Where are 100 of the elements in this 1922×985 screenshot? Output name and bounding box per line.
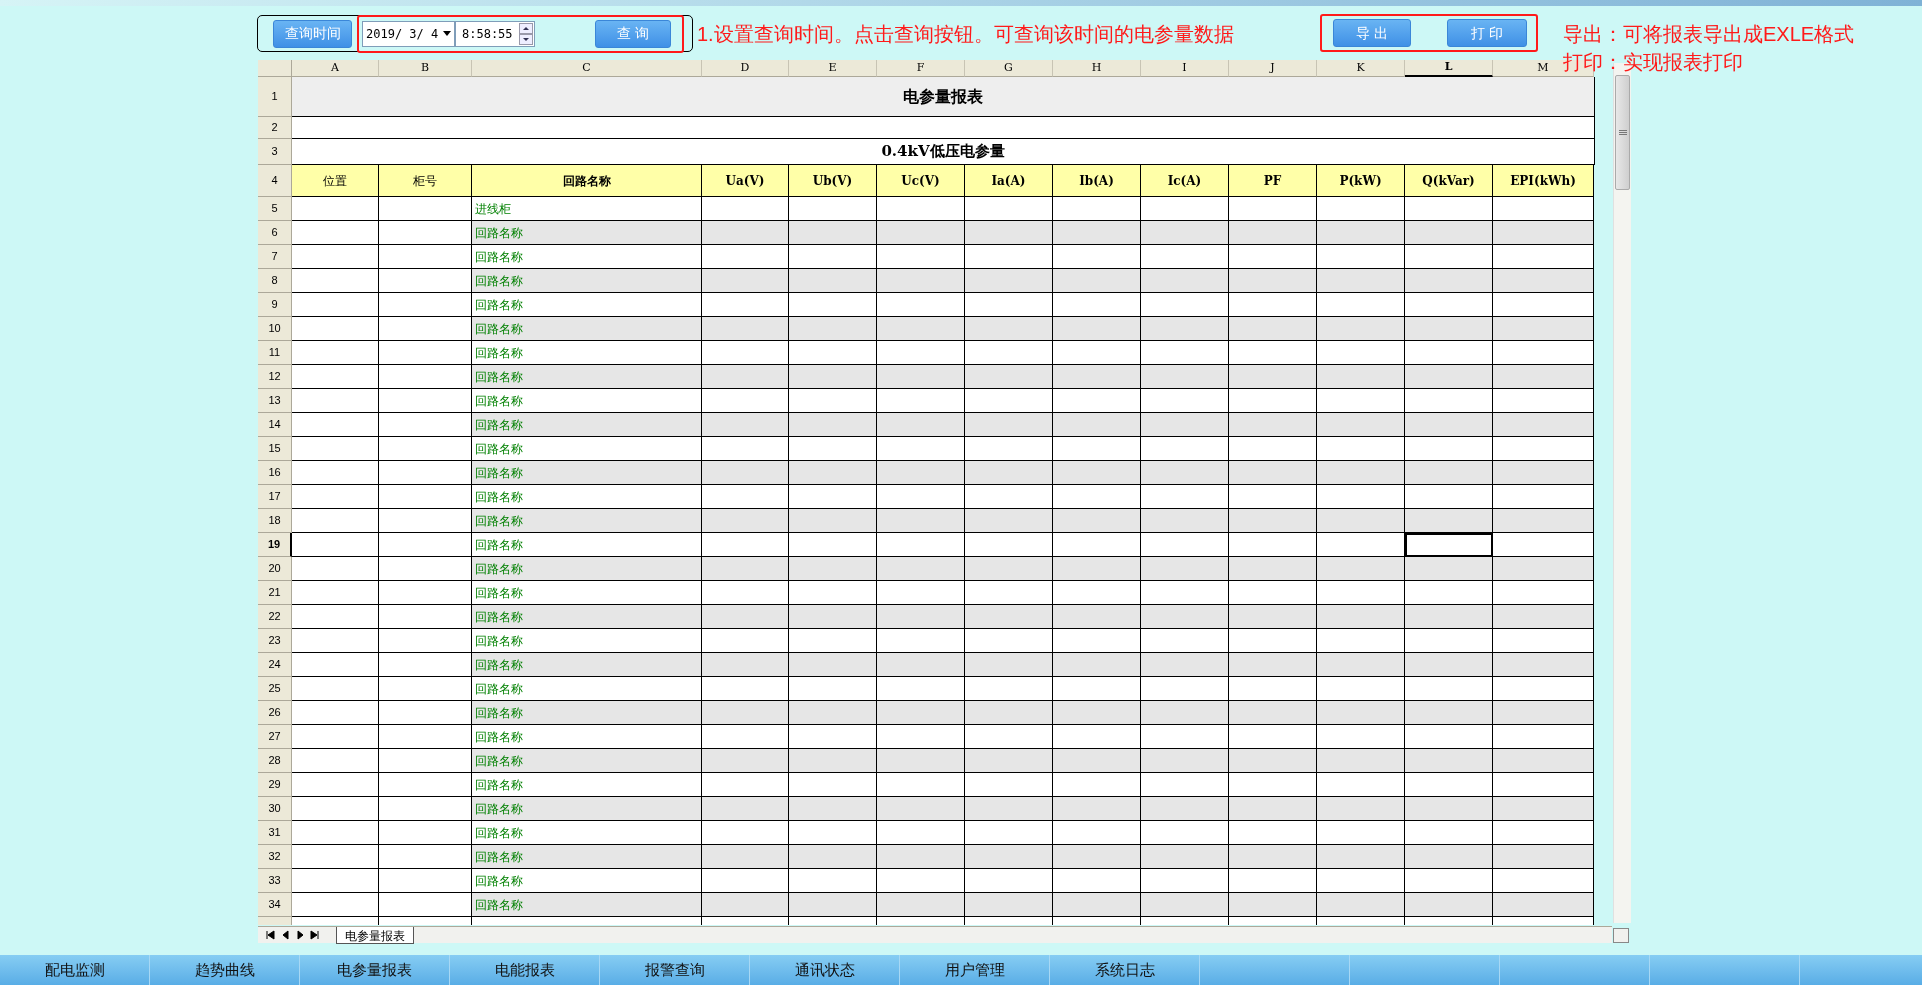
table-cell: 回路名称 — [472, 461, 702, 485]
row-header[interactable]: 34 — [258, 893, 292, 917]
report-subtitle: 0.4kV低压电参量 — [292, 139, 1595, 165]
nav-tab[interactable]: 系统日志 — [1050, 955, 1200, 985]
row-header[interactable]: 3 — [258, 139, 292, 165]
nav-tab[interactable]: 电参量报表 — [300, 955, 450, 985]
annotation-text: 1.设置查询时间。点击查询按钮。可查询该时间的电参量数据 — [697, 22, 1234, 47]
nav-tab[interactable]: 配电监测 — [0, 955, 150, 985]
row-header[interactable]: 2 — [258, 117, 292, 139]
row-header[interactable]: 11 — [258, 341, 292, 365]
column-header[interactable]: A — [292, 60, 379, 77]
table-cell: 回路名称 — [472, 245, 702, 269]
table-cell: 回路名称 — [472, 485, 702, 509]
row-header[interactable]: 28 — [258, 749, 292, 773]
row-header[interactable]: 9 — [258, 293, 292, 317]
row-header[interactable]: 8 — [258, 269, 292, 293]
next-sheet-icon[interactable] — [294, 930, 305, 940]
table-cell: 回路名称 — [472, 341, 702, 365]
nav-tab[interactable]: 报警查询 — [600, 955, 750, 985]
table-cell: 回路名称 — [472, 749, 702, 773]
table-cell: 回路名称 — [472, 293, 702, 317]
column-heading: EPI(kWh) — [1493, 165, 1594, 197]
sheet-tab[interactable]: 电参量报表 — [336, 926, 414, 944]
row-header[interactable]: 27 — [258, 725, 292, 749]
table-cell: 回路名称 — [472, 557, 702, 581]
column-heading: 柜号 — [379, 165, 472, 197]
nav-tab[interactable]: 用户管理 — [900, 955, 1050, 985]
column-heading: Uc(V) — [877, 165, 965, 197]
column-heading: Q(kVar) — [1405, 165, 1493, 197]
date-field[interactable]: 2019/ 3/ 4 — [362, 20, 455, 47]
row-header[interactable]: 15 — [258, 437, 292, 461]
column-heading: Ua(V) — [702, 165, 789, 197]
spinner-icon[interactable] — [519, 22, 533, 45]
column-header[interactable]: I — [1141, 60, 1229, 77]
dropdown-icon[interactable] — [443, 31, 451, 36]
scrollbar-thumb[interactable] — [1615, 75, 1630, 190]
table-cell: 回路名称 — [472, 269, 702, 293]
row-header[interactable]: 22 — [258, 605, 292, 629]
column-header[interactable]: F — [877, 60, 965, 77]
row-header[interactable]: 33 — [258, 869, 292, 893]
table-cell: 回路名称 — [472, 677, 702, 701]
row-header[interactable]: 19 — [258, 533, 292, 557]
column-heading: Ia(A) — [965, 165, 1053, 197]
row-header[interactable]: 6 — [258, 221, 292, 245]
table-cell: 回路名称 — [472, 317, 702, 341]
nav-tab[interactable]: 电能报表 — [450, 955, 600, 985]
selected-cell[interactable] — [1405, 533, 1493, 557]
table-cell: 进线柜 — [472, 197, 702, 221]
row-header[interactable]: 5 — [258, 197, 292, 221]
column-header[interactable]: G — [965, 60, 1053, 77]
column-header[interactable]: B — [379, 60, 472, 77]
row-header[interactable]: 30 — [258, 797, 292, 821]
nav-tab[interactable]: 通讯状态 — [750, 955, 900, 985]
column-header[interactable]: H — [1053, 60, 1141, 77]
table-cell: 回路名称 — [472, 821, 702, 845]
row-header[interactable]: 7 — [258, 245, 292, 269]
row-header[interactable]: 12 — [258, 365, 292, 389]
time-field[interactable]: 8:58:55 — [455, 20, 535, 47]
row-header[interactable]: 13 — [258, 389, 292, 413]
row-header[interactable]: 17 — [258, 485, 292, 509]
column-header[interactable]: J — [1229, 60, 1317, 77]
row-header[interactable]: 18 — [258, 509, 292, 533]
column-heading: 位置 — [292, 165, 379, 197]
row-header[interactable]: 4 — [258, 165, 292, 197]
date-value: 2019/ 3/ 4 — [366, 25, 439, 43]
row-header[interactable]: 16 — [258, 461, 292, 485]
row-header[interactable]: 21 — [258, 581, 292, 605]
row-header[interactable]: 24 — [258, 653, 292, 677]
table-cell: 回路名称 — [472, 605, 702, 629]
table-cell: 回路名称 — [472, 509, 702, 533]
row-header[interactable]: 32 — [258, 845, 292, 869]
table-cell: 回路名称 — [472, 389, 702, 413]
table-cell: 回路名称 — [472, 221, 702, 245]
row-header[interactable]: 29 — [258, 773, 292, 797]
row-header[interactable]: 31 — [258, 821, 292, 845]
row-header[interactable]: 23 — [258, 629, 292, 653]
row-header[interactable]: 26 — [258, 701, 292, 725]
row-header[interactable]: 10 — [258, 317, 292, 341]
table-cell: 回路名称 — [472, 725, 702, 749]
last-sheet-icon[interactable] — [309, 930, 320, 940]
resize-grip[interactable] — [1613, 928, 1629, 943]
column-header[interactable]: E — [789, 60, 877, 77]
table-cell: 回路名称 — [472, 533, 702, 557]
first-sheet-icon[interactable] — [264, 930, 275, 940]
table-cell: 回路名称 — [472, 773, 702, 797]
row-header[interactable]: 20 — [258, 557, 292, 581]
column-header[interactable]: K — [1317, 60, 1405, 77]
table-cell: 回路名称 — [472, 437, 702, 461]
column-header[interactable]: D — [702, 60, 789, 77]
time-value: 8:58:55 — [462, 25, 513, 43]
table-cell: 回路名称 — [472, 701, 702, 725]
column-header[interactable]: C — [472, 60, 702, 77]
row-header[interactable] — [258, 917, 292, 925]
nav-tab[interactable]: 趋势曲线 — [150, 955, 300, 985]
column-heading: Ib(A) — [1053, 165, 1141, 197]
row-header[interactable]: 1 — [258, 77, 292, 117]
row-header[interactable]: 14 — [258, 413, 292, 437]
corner-cell[interactable] — [258, 60, 292, 77]
row-header[interactable]: 25 — [258, 677, 292, 701]
column-header[interactable]: L — [1405, 60, 1493, 77]
